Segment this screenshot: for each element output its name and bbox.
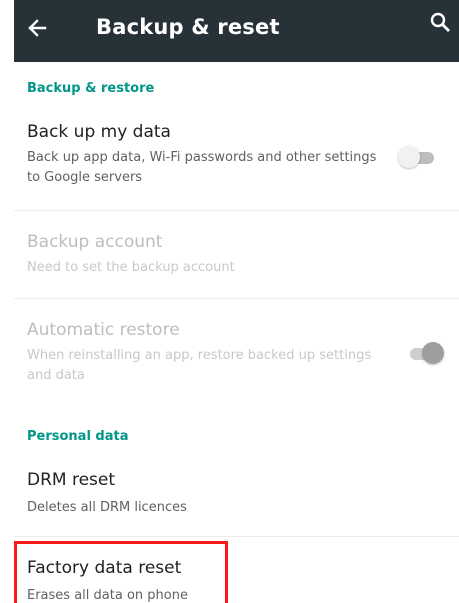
drm-reset-title: DRM reset: [27, 470, 116, 490]
settings-list: Backup & restore Back up my data Back up…: [14, 62, 459, 603]
section-header-backup-restore: Backup & restore: [27, 81, 155, 96]
automatic-restore-summary: When reinstalling an app, restore backed…: [27, 348, 372, 383]
backup-reset-screen: Backup & reset Backup & restore Back up …: [0, 0, 459, 603]
search-icon: [430, 12, 450, 32]
highlight-box: [14, 541, 228, 603]
arrow-left-icon: [28, 19, 47, 37]
automatic-restore-toggle[interactable]: [404, 342, 444, 364]
drm-reset-item[interactable]: DRM reset Deletes all DRM licences: [14, 468, 459, 536]
section-header-personal-data: Personal data: [27, 429, 129, 444]
toggle-thumb: [398, 146, 420, 168]
divider: [14, 210, 459, 211]
search-button[interactable]: [424, 6, 456, 38]
back-up-my-data-toggle[interactable]: [398, 146, 438, 168]
backup-account-title: Backup account: [27, 232, 163, 252]
toggle-thumb: [422, 342, 444, 364]
app-bar: Backup & reset: [14, 0, 459, 62]
back-up-my-data-title: Back up my data: [27, 122, 171, 142]
divider: [14, 536, 459, 537]
automatic-restore-item[interactable]: Automatic restore When reinstalling an a…: [14, 318, 459, 408]
back-button[interactable]: [20, 10, 56, 46]
divider: [14, 298, 459, 299]
back-up-my-data-summary: Back up app data, Wi-Fi passwords and ot…: [27, 150, 377, 185]
drm-reset-summary: Deletes all DRM licences: [27, 500, 187, 515]
backup-account-item[interactable]: Backup account Need to set the backup ac…: [14, 230, 459, 298]
page-title: Backup & reset: [96, 15, 280, 39]
back-up-my-data-item[interactable]: Back up my data Back up app data, Wi-Fi …: [14, 120, 459, 210]
automatic-restore-title: Automatic restore: [27, 320, 180, 340]
backup-account-summary: Need to set the backup account: [27, 260, 235, 275]
